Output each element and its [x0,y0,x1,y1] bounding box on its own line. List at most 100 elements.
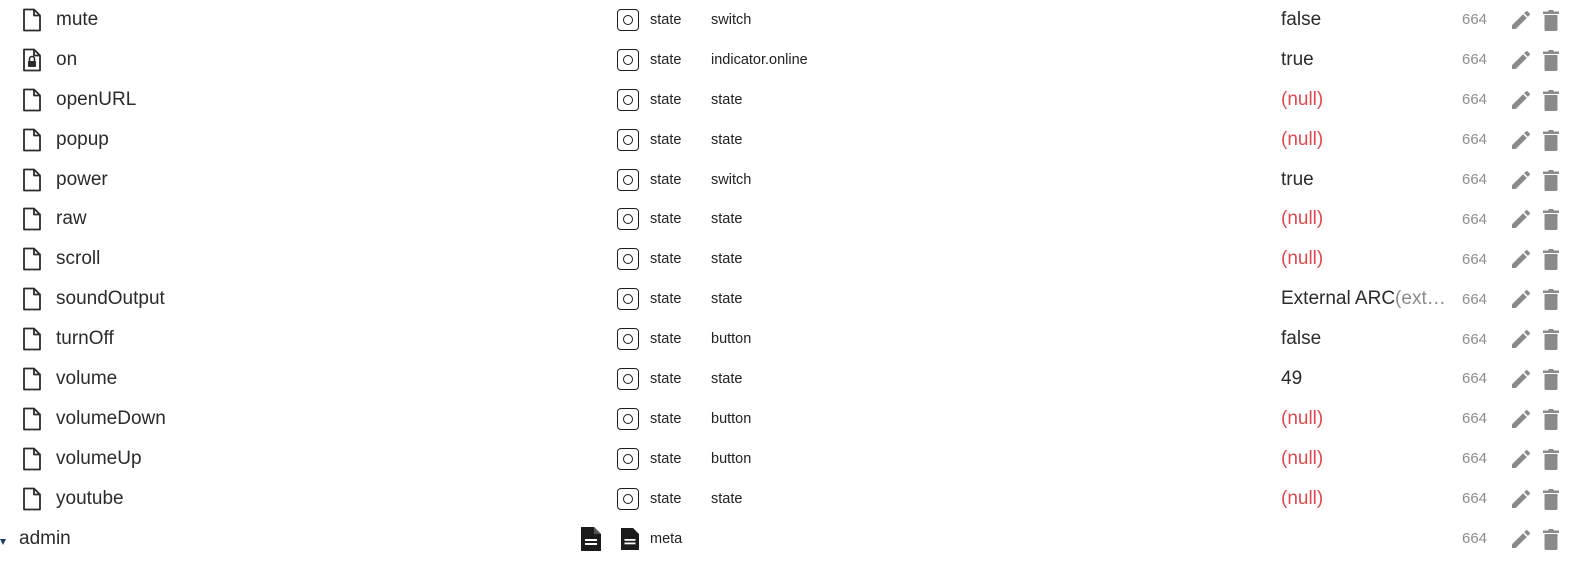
tree-row-youtube[interactable]: youtube state state (null) 664 [0,479,1573,519]
trash-icon[interactable] [1539,479,1563,519]
tree-row-mute[interactable]: mute state switch false 664 [0,0,1573,40]
object-value[interactable]: true [1281,40,1314,80]
state-type-icon [617,0,643,40]
tree-row-raw[interactable]: raw state state (null) 664 [0,199,1573,239]
state-type-icon [617,120,643,160]
file-icon [20,479,44,519]
pencil-icon[interactable] [1507,439,1535,479]
trash-icon[interactable] [1539,439,1563,479]
object-role: button [711,450,752,467]
tree-row-power[interactable]: power state switch true 664 [0,160,1573,200]
object-name: volumeUp [56,447,142,469]
trash-icon[interactable] [1539,279,1563,319]
caret-down-icon[interactable] [0,519,10,559]
tree-row-openURL[interactable]: openURL state state (null) 664 [0,80,1573,120]
pencil-icon[interactable] [1507,359,1535,399]
trash-icon[interactable] [1539,199,1563,239]
object-value[interactable]: (null) [1281,399,1323,439]
tree-row-turnOff[interactable]: turnOff state button false 664 [0,319,1573,359]
object-value[interactable]: (null) [1281,479,1323,519]
trash-icon[interactable] [1539,160,1563,200]
value-text: (null) [1281,208,1324,230]
state-type-icon [617,199,643,239]
file-icon [20,439,44,479]
tree-row-on[interactable]: on state indicator.online true 664 [0,40,1573,80]
object-acl: 664 [1462,171,1488,188]
object-type: state [650,291,682,308]
object-acl: 664 [1462,51,1488,69]
state-type-icon [617,439,643,479]
file-icon [20,80,44,120]
folder-name: admin [19,527,71,549]
trash-icon[interactable] [1539,519,1563,559]
object-value[interactable]: (null) [1281,120,1323,160]
object-acl: 664 [1462,210,1488,228]
pencil-icon[interactable] [1507,199,1535,239]
object-value[interactable]: false [1281,0,1321,40]
value-text: false [1281,328,1322,350]
trash-icon[interactable] [1539,0,1563,40]
trash-icon[interactable] [1539,319,1563,359]
object-acl: 664 [1462,410,1488,428]
pencil-icon[interactable] [1507,239,1535,279]
object-name: raw [56,208,87,230]
value-text: (null) [1281,248,1324,270]
value-text: (null) [1281,447,1324,469]
pencil-icon[interactable] [1507,479,1535,519]
file-icon [20,160,44,200]
pencil-icon[interactable] [1507,80,1535,120]
pencil-icon[interactable] [1507,319,1535,359]
object-value[interactable]: External ARC (ext… [1281,279,1446,319]
trash-icon[interactable] [1539,399,1563,439]
tree-row-soundOutput[interactable]: soundOutput state state External ARC (ext… [0,279,1573,319]
object-role: button [711,331,752,348]
pencil-icon[interactable] [1507,519,1535,559]
file-icon [20,199,44,239]
trash-icon[interactable] [1539,239,1563,279]
pencil-icon[interactable] [1507,279,1535,319]
document-icon [579,519,605,559]
object-value[interactable]: (null) [1281,80,1323,120]
object-value[interactable]: true [1281,160,1314,200]
file-icon [20,279,44,319]
state-type-icon [617,359,643,399]
pencil-icon[interactable] [1507,120,1535,160]
state-type-icon [617,479,643,519]
pencil-icon[interactable] [1507,160,1535,200]
trash-icon[interactable] [1539,359,1563,399]
object-type: state [650,450,682,467]
trash-icon[interactable] [1539,40,1563,80]
state-type-icon [617,399,643,439]
object-role: state [711,251,743,268]
object-name: youtube [56,487,124,509]
object-value[interactable]: (null) [1281,439,1323,479]
value-text: (null) [1281,407,1324,429]
pencil-icon[interactable] [1507,399,1535,439]
object-acl: 664 [1462,250,1488,268]
file-icon [20,120,44,160]
tree-row-volumeUp[interactable]: volumeUp state button (null) 664 [0,439,1573,479]
tree-row-scroll[interactable]: scroll state state (null) 664 [0,239,1573,279]
object-role: state [711,91,743,108]
file-icon [20,399,44,439]
object-type: state [650,91,682,108]
object-value[interactable]: (null) [1281,239,1323,279]
pencil-icon[interactable] [1507,0,1535,40]
object-value[interactable]: 49 [1281,359,1302,399]
tree-row-folder-admin[interactable]: admin meta 664 [0,519,1573,559]
object-value[interactable]: (null) [1281,199,1323,239]
state-type-icon [617,279,643,319]
trash-icon[interactable] [1539,120,1563,160]
tree-row-volume[interactable]: volume state state 49 664 [0,359,1573,399]
trash-icon[interactable] [1539,80,1563,120]
file-icon [20,359,44,399]
object-value[interactable]: false [1281,319,1321,359]
state-type-icon [617,40,643,80]
tree-row-volumeDown[interactable]: volumeDown state button (null) 664 [0,399,1573,439]
object-type: state [650,171,682,188]
object-type: state [650,490,682,507]
pencil-icon[interactable] [1507,40,1535,80]
tree-row-popup[interactable]: popup state state (null) 664 [0,120,1573,160]
value-text: (null) [1281,487,1324,509]
object-tree: mute state switch false 664 on state ind… [0,0,1573,558]
